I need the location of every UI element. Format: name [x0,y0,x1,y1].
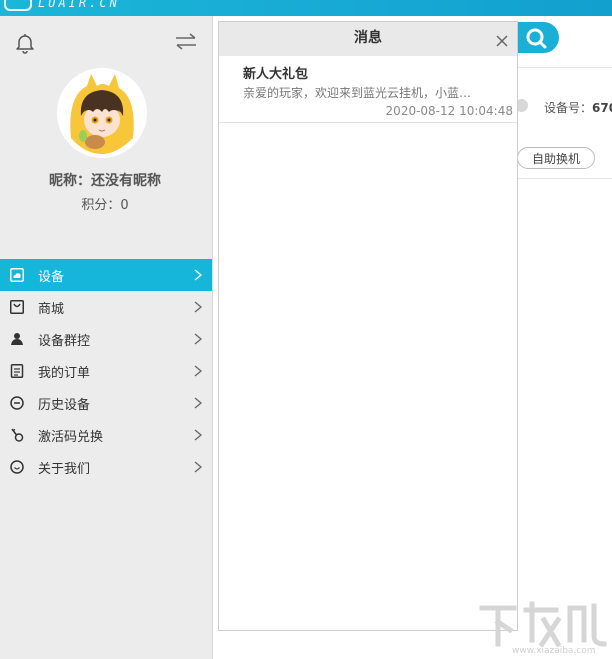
sidebar-item-label: 设备 [38,269,65,285]
message-time: 2020-08-12 10:04:48 [385,104,513,118]
divider [517,178,612,179]
sidebar-menu: 设备 商城 设备群控 我的订单 历史设备 激活码兑换 关于我们 [0,259,212,483]
avatar[interactable] [57,68,147,158]
chevron-right-icon [192,429,204,441]
search-icon [526,28,547,49]
sidebar-item-label: 关于我们 [38,461,91,477]
list-item[interactable]: 新人大礼包 亲爱的玩家，欢迎来到蓝光云挂机，小蓝… 2020-08-12 10:… [219,56,517,123]
brand-text: LUAIR.CN [38,0,120,10]
cloud-device-icon [10,268,24,282]
sidebar-item-activation[interactable]: 激活码兑换 [0,419,212,451]
sidebar-item-group-control[interactable]: 设备群控 [0,323,212,355]
mall-icon [10,300,24,314]
bell-icon[interactable] [14,32,36,54]
popup-header: 消息 [219,22,517,56]
brand: LUAIR.CN [4,0,120,13]
history-icon [10,396,24,410]
message-title: 新人大礼包 [243,67,309,82]
points: 积分：0 [81,198,129,213]
close-icon[interactable] [495,28,509,47]
sidebar-item-label: 商城 [38,301,65,317]
search-button[interactable] [515,22,559,53]
about-icon [10,460,24,474]
sidebar-item-history[interactable]: 历史设备 [0,387,212,419]
group-control-icon [10,332,24,346]
order-icon [10,364,24,378]
divider [517,67,612,68]
sidebar-item-about[interactable]: 关于我们 [0,451,212,483]
sidebar-item-device[interactable]: 设备 [0,259,212,291]
sidebar-item-label: 设备群控 [38,333,91,349]
brand-logo-icon [4,0,32,11]
sidebar-item-label: 我的订单 [38,365,91,381]
key-icon [10,428,24,442]
auto-switch-button[interactable]: 自助换机 [517,147,595,169]
sidebar-item-orders[interactable]: 我的订单 [0,355,212,387]
chevron-right-icon [192,397,204,409]
avatar-image [57,68,147,158]
sidebar-item-label: 历史设备 [38,397,91,413]
sidebar-item-label: 激活码兑换 [38,429,104,445]
nickname: 昵称：还没有昵称 [49,173,161,189]
chevron-right-icon [192,301,204,313]
sidebar: 昵称：还没有昵称 积分：0 设备 商城 设备群控 我的订单 历史设备 激活码兑换… [0,16,213,659]
message-popup: 消息 新人大礼包 亲爱的玩家，欢迎来到蓝光云挂机，小蓝… 2020-08-12 … [218,21,518,631]
device-number-label: 设备号： [544,101,593,115]
chevron-right-icon [192,269,204,281]
chevron-right-icon [192,365,204,377]
device-number: 设备号：670 [544,99,612,116]
sidebar-item-mall[interactable]: 商城 [0,291,212,323]
top-banner: LUAIR.CN [0,0,612,16]
device-number-value: 670 [592,101,612,115]
popup-title: 消息 [354,30,382,46]
chevron-right-icon [192,333,204,345]
app-window: LUAIR.CN 昵称：还没有昵称 积分：0 设备 商城 设备群控 我的订单 历… [0,0,612,659]
watermark-text: www.xiazaiba.com [512,646,596,656]
switch-account-icon[interactable] [174,31,198,53]
chevron-right-icon [192,461,204,473]
message-body: 亲爱的玩家，欢迎来到蓝光云挂机，小蓝… [243,86,472,100]
